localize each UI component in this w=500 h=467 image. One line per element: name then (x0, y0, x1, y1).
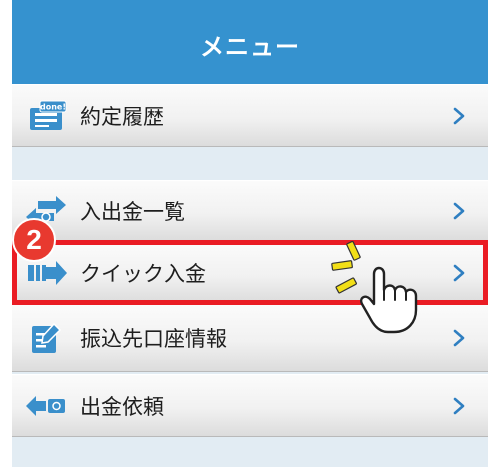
chevron-right-icon (453, 397, 465, 414)
menu-screen: メニュー done! 約定履歴 入出金一覧 クイック入金 振込先口座情報 出金依… (12, 0, 488, 467)
menu-item-label: 振込先口座情報 (80, 327, 227, 351)
menu-item-deposit-withdrawal-list[interactable]: 入出金一覧 (12, 180, 488, 242)
page-title: メニュー (200, 32, 300, 61)
menu-item-withdrawal-request[interactable]: 出金依頼 (12, 374, 488, 437)
edit-document-icon (32, 322, 62, 353)
menu-item-trade-history[interactable]: done! 約定履歴 (12, 84, 488, 147)
svg-text:done!: done! (40, 102, 66, 111)
chevron-right-icon (453, 329, 465, 347)
tap-hand-icon (331, 240, 418, 334)
chevron-right-icon (453, 107, 465, 124)
page-header: メニュー (12, 0, 488, 88)
menu-item-label: 出金依頼 (80, 394, 164, 419)
chevron-right-icon (453, 202, 465, 220)
menu-item-label: 入出金一覧 (80, 200, 185, 224)
withdrawal-icon (26, 395, 65, 416)
done-stamp-icon: done! (30, 100, 67, 130)
menu-item-label: 約定履歴 (80, 104, 164, 129)
step-number-badge: 2 (12, 218, 56, 262)
